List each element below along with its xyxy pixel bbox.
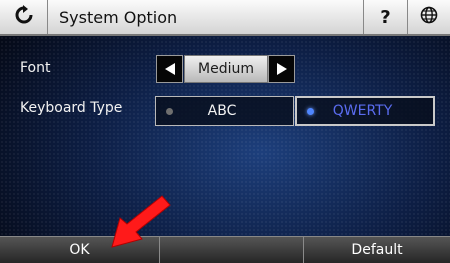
default-label: Default xyxy=(351,242,403,258)
back-button[interactable] xyxy=(0,0,48,34)
font-size-value: Medium xyxy=(184,55,268,83)
default-button[interactable]: Default xyxy=(304,237,450,263)
font-increase-button[interactable] xyxy=(268,55,295,83)
radio-off-icon xyxy=(166,107,173,115)
font-label: Font xyxy=(20,60,51,76)
empty-button[interactable] xyxy=(160,237,304,263)
bottom-bar: OK Default xyxy=(0,236,450,263)
font-decrease-button[interactable] xyxy=(156,55,183,83)
keyboard-type-label: Keyboard Type xyxy=(20,100,123,116)
ok-label: OK xyxy=(69,242,90,258)
globe-icon xyxy=(420,6,438,28)
radio-on-icon xyxy=(307,107,314,115)
refresh-back-icon xyxy=(14,5,34,29)
question-mark-icon: ? xyxy=(380,6,391,28)
system-option-screen: System Option ? Font Medium Keyboard Typ… xyxy=(0,0,450,263)
language-button[interactable] xyxy=(407,0,450,34)
keyboard-option-abc[interactable]: ABC xyxy=(155,96,294,126)
keyboard-option-label: ABC xyxy=(207,103,237,119)
keyboard-option-label: QWERTY xyxy=(332,103,393,119)
page-title: System Option xyxy=(59,7,178,27)
help-button[interactable]: ? xyxy=(363,0,407,34)
arrow-left-icon xyxy=(164,63,175,75)
title-bar: System Option ? xyxy=(0,0,450,36)
red-arrow-pointer-icon xyxy=(111,195,171,248)
arrow-right-icon xyxy=(276,63,287,75)
keyboard-option-qwerty[interactable]: QWERTY xyxy=(295,96,435,126)
